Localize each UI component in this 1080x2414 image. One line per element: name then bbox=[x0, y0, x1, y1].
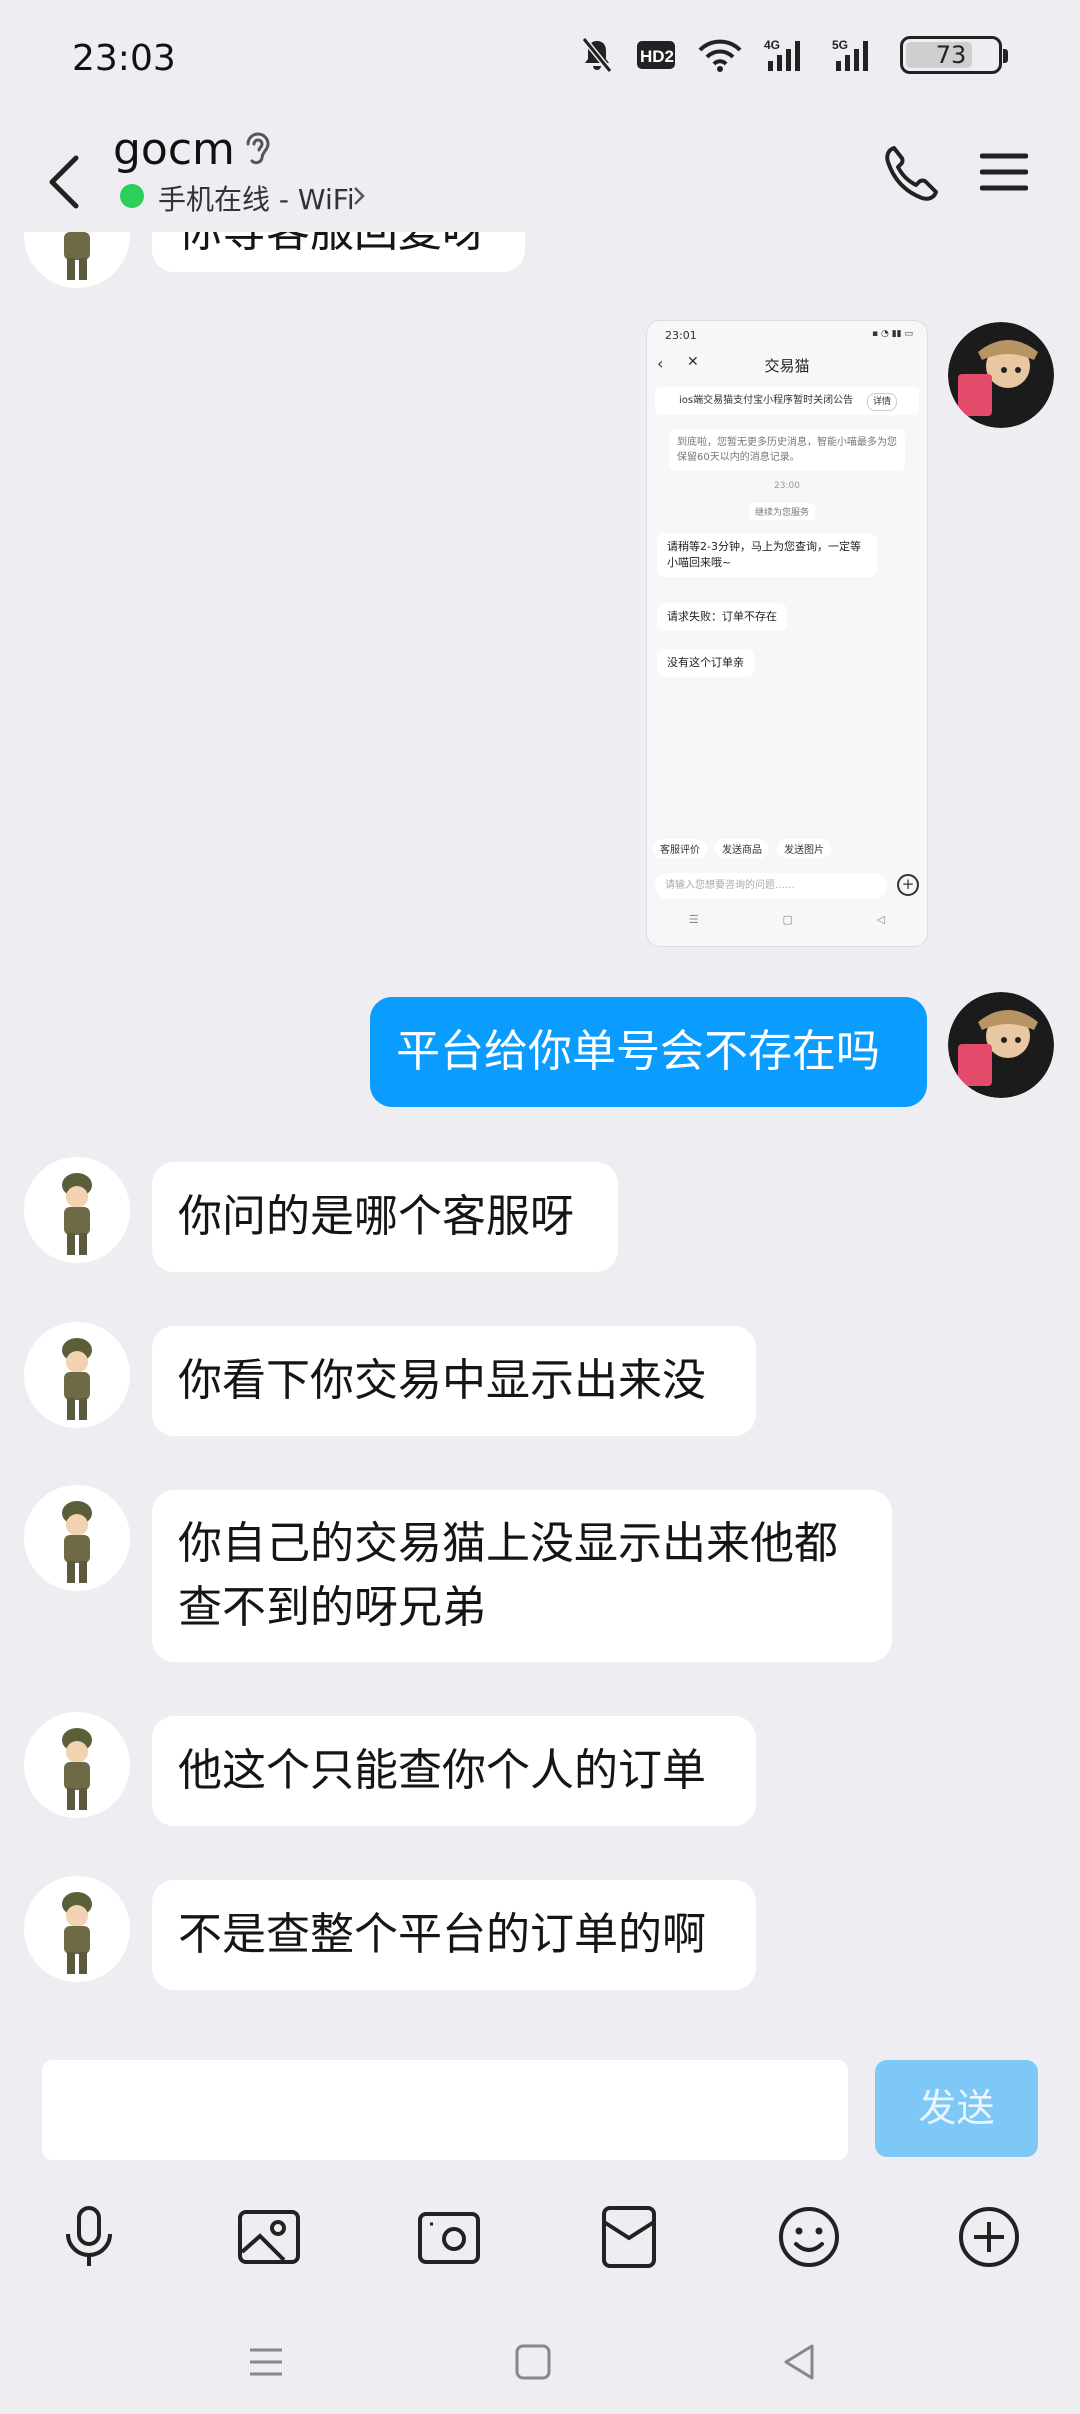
chat-header: gocm 手机在线 - WiFi bbox=[0, 120, 1080, 232]
screenshot-plus-icon: + bbox=[897, 874, 919, 896]
nav-home-button[interactable] bbox=[503, 2332, 563, 2392]
screenshot-message: 没有这个订单亲 bbox=[657, 649, 754, 677]
back-icon bbox=[784, 2344, 814, 2380]
screenshot-tool: 发送商品 bbox=[715, 839, 769, 858]
camera-button[interactable] bbox=[404, 2192, 494, 2282]
screenshot-timestamp: 23:00 bbox=[774, 481, 800, 491]
toolbar bbox=[0, 2192, 1080, 2302]
send-button[interactable]: 发送 bbox=[875, 2060, 1038, 2157]
message-list[interactable]: 你等客服回复呀 23:01 ▪ ◔ ▮▮ ▭ ‹ ✕ 交易猫 ios端交易猫支付… bbox=[0, 232, 1080, 2042]
message-bubble-them[interactable]: 你自己的交易猫上没显示出来他都查不到的呀兄弟 bbox=[152, 1490, 892, 1662]
contact-avatar[interactable] bbox=[24, 1322, 130, 1428]
image-button[interactable] bbox=[224, 2192, 314, 2282]
home-icon bbox=[515, 2344, 551, 2380]
red-packet-button[interactable] bbox=[584, 2192, 674, 2282]
contact-avatar[interactable] bbox=[24, 1712, 130, 1818]
more-button[interactable] bbox=[944, 2192, 1034, 2282]
screenshot-chip: 继续为您服务 bbox=[749, 503, 816, 520]
contact-avatar[interactable] bbox=[24, 1485, 130, 1591]
screenshot-tool: 客服评价 bbox=[653, 839, 707, 858]
plus-icon bbox=[959, 2207, 1019, 2267]
emoji-icon bbox=[779, 2207, 839, 2267]
nav-menu-button[interactable] bbox=[236, 2332, 296, 2392]
screenshot-input: 请输入您想要咨询的问题…… bbox=[655, 873, 887, 899]
red-packet-icon bbox=[602, 2206, 656, 2268]
mute-bell-icon bbox=[580, 37, 614, 73]
menu-icon bbox=[250, 2348, 282, 2376]
screenshot-notice-button: 详情 bbox=[866, 393, 897, 411]
phone-icon bbox=[885, 146, 938, 201]
hd-icon: HD2 bbox=[636, 39, 676, 71]
status-icons: HD2 4G 5G 73 bbox=[580, 36, 1008, 74]
battery-icon: 73 bbox=[900, 36, 1008, 74]
camera-icon bbox=[418, 2212, 480, 2264]
screenshot-tool: 发送图片 bbox=[777, 839, 831, 858]
message-bubble-them[interactable]: 你看下你交易中显示出来没 bbox=[152, 1326, 756, 1436]
back-button[interactable] bbox=[36, 136, 92, 216]
system-nav-bar bbox=[0, 2332, 1080, 2402]
battery-level: 73 bbox=[935, 41, 967, 69]
screenshot-tools: 客服评价 发送商品 发送图片 bbox=[653, 839, 927, 858]
voice-button[interactable] bbox=[44, 2192, 134, 2282]
message-bubble-them[interactable]: 你等客服回复呀 bbox=[152, 232, 525, 272]
my-avatar[interactable] bbox=[948, 992, 1054, 1098]
signal-4g-icon: 4G bbox=[764, 37, 810, 73]
message-bubble-them[interactable]: 不是查整个平台的订单的啊 bbox=[152, 1880, 756, 1990]
screenshot-status-icons: ▪ ◔ ▮▮ ▭ bbox=[872, 329, 913, 339]
contact-avatar[interactable] bbox=[24, 1876, 130, 1982]
svg-text:5G: 5G bbox=[832, 38, 848, 52]
screenshot-message: 请求失败：订单不存在 bbox=[657, 603, 787, 631]
nav-back-button[interactable] bbox=[770, 2332, 830, 2392]
my-avatar[interactable] bbox=[948, 322, 1054, 428]
message-input[interactable] bbox=[42, 2060, 848, 2160]
hamburger-icon bbox=[979, 153, 1029, 191]
screenshot-notice: ios端交易猫支付宝小程序暂时关闭公告 详情 bbox=[655, 387, 919, 415]
mic-icon bbox=[66, 2206, 112, 2266]
contact-avatar[interactable] bbox=[24, 232, 130, 288]
input-bar: 发送 bbox=[0, 2042, 1080, 2414]
screenshot-message: 请稍等2-3分钟，马上为您查询，一定等小喵回来哦~ bbox=[657, 533, 877, 577]
online-status-dot bbox=[120, 184, 144, 208]
contact-avatar[interactable] bbox=[24, 1157, 130, 1263]
chevron-right-icon bbox=[350, 184, 368, 208]
emoji-button[interactable] bbox=[764, 2192, 854, 2282]
menu-button[interactable] bbox=[979, 142, 1029, 202]
screenshot-title: 交易猫 bbox=[764, 357, 810, 375]
signal-5g-icon: 5G bbox=[832, 37, 878, 73]
screenshot-nav: ☰ ▢ ◁ bbox=[688, 913, 886, 926]
message-bubble-me[interactable]: 平台给你单号会不存在吗 bbox=[370, 997, 927, 1107]
call-button[interactable] bbox=[880, 136, 940, 206]
screenshot-hint: 到底啦，您暂无更多历史消息，智能小喵最多为您保留60天以内的消息记录。 bbox=[669, 429, 905, 471]
message-bubble-them[interactable]: 他这个只能查你个人的订单 bbox=[152, 1716, 756, 1826]
screenshot-time: 23:01 bbox=[665, 329, 697, 342]
wifi-icon bbox=[698, 38, 742, 72]
svg-text:4G: 4G bbox=[764, 38, 780, 52]
online-status-text[interactable]: 手机在线 - WiFi bbox=[158, 178, 355, 218]
status-time: 23:03 bbox=[72, 38, 176, 79]
ear-icon[interactable] bbox=[240, 128, 276, 172]
image-icon bbox=[238, 2210, 300, 2264]
chevron-left-icon bbox=[49, 155, 79, 209]
screenshot-notice-text: ios端交易猫支付宝小程序暂时关闭公告 bbox=[679, 395, 854, 406]
image-message[interactable]: 23:01 ▪ ◔ ▮▮ ▭ ‹ ✕ 交易猫 ios端交易猫支付宝小程序暂时关闭… bbox=[646, 320, 928, 947]
status-bar: 23:03 HD2 4G 5G 73 bbox=[0, 0, 1080, 120]
contact-name[interactable]: gocm bbox=[113, 124, 235, 175]
svg-text:HD2: HD2 bbox=[640, 47, 674, 66]
message-bubble-them[interactable]: 你问的是哪个客服呀 bbox=[152, 1162, 618, 1272]
